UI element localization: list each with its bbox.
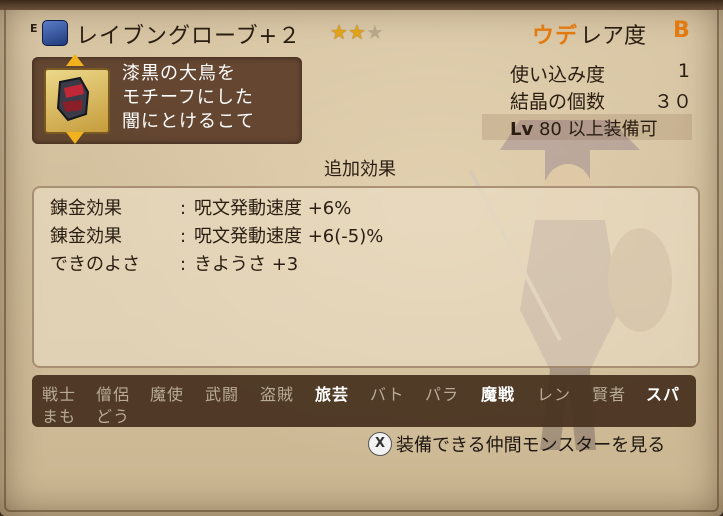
job-label: どう bbox=[96, 407, 131, 426]
effect-key: 錬金効果 bbox=[50, 198, 122, 219]
effect-row: 錬金効果: 呪文発動速度 +6(-5)% bbox=[50, 222, 383, 248]
rarity-label: レア度 bbox=[580, 24, 647, 49]
level-tag: Lv bbox=[510, 119, 534, 140]
rarity-value: B bbox=[673, 18, 690, 43]
crystal-value: ３０ bbox=[653, 91, 692, 113]
star-filled-icon: ★ bbox=[330, 20, 348, 44]
effect-value: 呪文発動速度 +6% bbox=[194, 198, 352, 219]
job-label: 盗賊 bbox=[260, 385, 295, 404]
effect-colon: : bbox=[180, 254, 187, 275]
gauntlet-icon[interactable] bbox=[44, 68, 110, 134]
extra-effects-title: 追加効果 bbox=[324, 159, 396, 180]
usage-label: 使い込み度 bbox=[510, 64, 606, 86]
job-label: 旅芸 bbox=[315, 385, 350, 404]
glove-icon bbox=[42, 20, 68, 46]
job-label: バト bbox=[370, 385, 405, 404]
arrow-down-icon[interactable] bbox=[66, 132, 84, 144]
effect-value: きようさ +3 bbox=[194, 254, 299, 275]
description-line: モチーフにした bbox=[122, 87, 254, 108]
effect-row: 錬金効果: 呪文発動速度 +6% bbox=[50, 194, 351, 220]
job-label: 魔使 bbox=[150, 385, 185, 404]
arrow-up-icon[interactable] bbox=[66, 54, 84, 66]
effect-value: 呪文発動速度 +6(-5)% bbox=[194, 226, 384, 247]
job-label: 戦士 bbox=[42, 385, 77, 404]
x-button-icon[interactable]: X bbox=[368, 432, 392, 456]
effect-colon: : bbox=[180, 226, 187, 247]
top-border bbox=[0, 0, 723, 10]
level-requirement: Lv 80 以上装備可 bbox=[510, 115, 658, 141]
level-suffix: 以上装備可 bbox=[567, 119, 658, 140]
job-label: 武闘 bbox=[205, 385, 240, 404]
star-filled-icon: ★ bbox=[347, 20, 366, 44]
job-label: 魔戦 bbox=[481, 385, 516, 404]
equip-slot-label: ウデ bbox=[532, 24, 579, 49]
description-line: 闇にとけるこて bbox=[122, 111, 255, 132]
job-label: レン bbox=[537, 385, 572, 404]
item-description: 漆黒の大鳥を モチーフにした 闇にとけるこて bbox=[122, 62, 302, 134]
usage-value: 1 bbox=[677, 60, 690, 82]
job-label: パラ bbox=[425, 385, 460, 404]
equipped-marker: E bbox=[30, 22, 38, 35]
star-empty-icon: ★ bbox=[365, 20, 384, 44]
crystal-label: 結晶の個数 bbox=[510, 91, 606, 113]
effect-row: できのよさ: きようさ +3 bbox=[50, 250, 298, 276]
item-name: レイブングローブ+２ bbox=[76, 24, 302, 49]
job-label: スパ bbox=[646, 385, 681, 404]
level-value: 80 bbox=[538, 119, 562, 140]
effect-key: できのよさ bbox=[50, 254, 140, 275]
job-label: 僧侶 bbox=[96, 385, 131, 404]
view-monster-equip-prompt[interactable]: 装備できる仲間モンスターを見る bbox=[396, 431, 665, 457]
job-label: まも bbox=[42, 407, 77, 426]
job-label: 賢者 bbox=[592, 385, 627, 404]
star-rating: ★★★ bbox=[330, 20, 384, 44]
effect-colon: : bbox=[180, 198, 187, 219]
description-line: 漆黒の大鳥を bbox=[122, 63, 236, 84]
effect-key: 錬金効果 bbox=[50, 226, 122, 247]
